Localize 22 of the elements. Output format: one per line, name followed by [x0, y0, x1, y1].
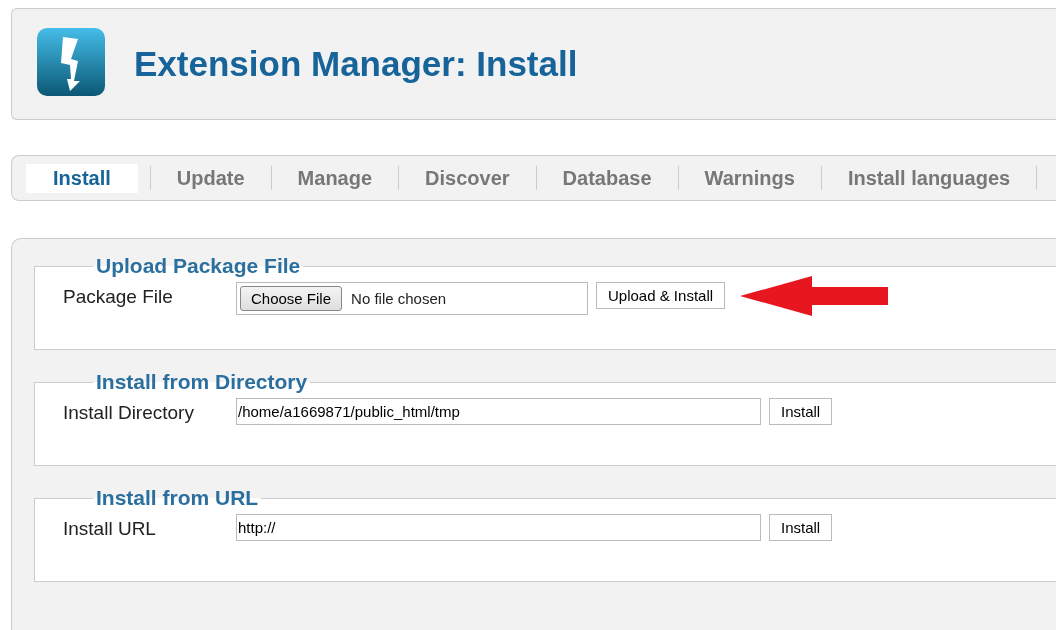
- tab[interactable]: Manage: [283, 163, 387, 193]
- section-title: Install from Directory: [95, 370, 309, 394]
- tab[interactable]: Update: [162, 163, 259, 193]
- lightning-icon: [36, 27, 106, 97]
- tab[interactable]: Install: [26, 163, 138, 193]
- choose-file-button[interactable]: Choose File: [240, 286, 343, 311]
- tab[interactable]: Warnings: [690, 163, 809, 193]
- field-label: Install Directory: [63, 401, 195, 424]
- field-label: Package File: [63, 285, 174, 308]
- section-title: Install from URL: [95, 486, 260, 510]
- tab[interactable]: Discover: [411, 163, 524, 193]
- install-button[interactable]: Install: [769, 514, 833, 541]
- install-button[interactable]: Upload & Install: [596, 282, 726, 309]
- input-field[interactable]: http://: [236, 514, 761, 541]
- install-button[interactable]: Install: [769, 398, 833, 425]
- field-label: Install URL: [63, 517, 157, 540]
- section-title: Upload Package File: [95, 254, 302, 278]
- tab[interactable]: Install languages: [833, 163, 1025, 193]
- input-field[interactable]: /home/a1669871/public_html/tmp: [236, 398, 761, 425]
- file-field[interactable]: Choose File No file chosen: [236, 282, 588, 315]
- tab[interactable]: Database: [548, 163, 666, 193]
- page-title: Extension Manager: Install: [134, 44, 578, 84]
